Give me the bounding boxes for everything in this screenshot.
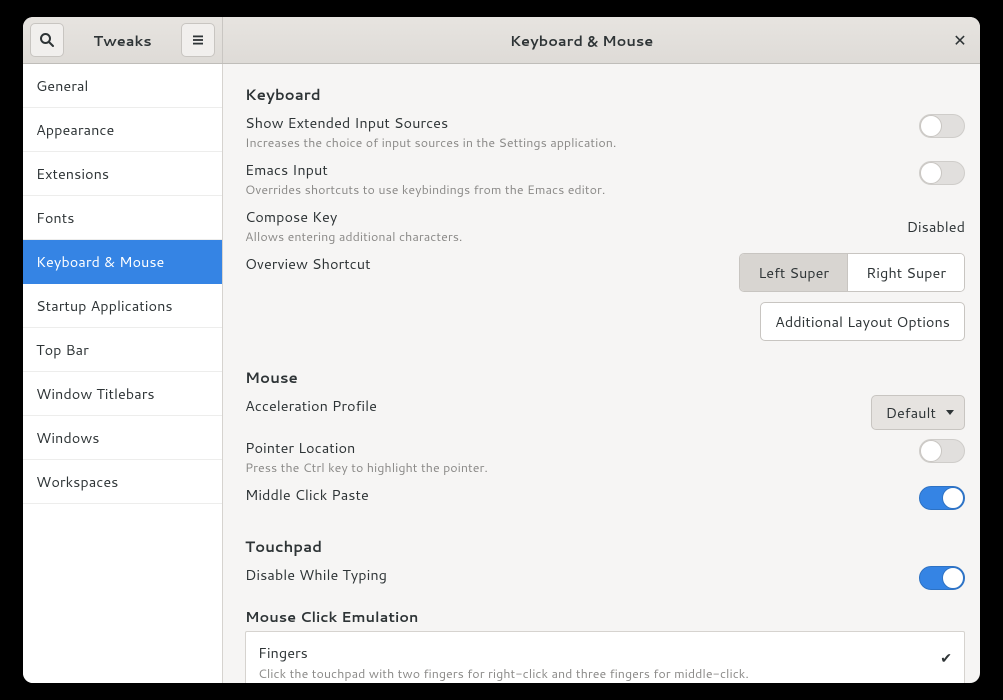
close-icon: ✕ <box>953 29 966 52</box>
row-show-extended-input-sources: Show Extended Input Sources Increases th… <box>245 111 965 158</box>
emacs-input-toggle[interactable] <box>919 161 965 185</box>
disable-while-typing-toggle[interactable] <box>919 566 965 590</box>
row-overview-shortcut: Overview Shortcut Left Super Right Super <box>245 252 965 298</box>
overview-shortcut-segmented: Left Super Right Super <box>739 253 965 292</box>
sidebar: General Appearance Extensions Fonts Keyb… <box>23 64 223 683</box>
row-disable-while-typing: Disable While Typing <box>245 563 965 598</box>
mouse-click-emulation-list: Fingers Click the touchpad with two fing… <box>245 631 965 683</box>
headerbar-left: Tweaks <box>23 17 223 63</box>
section-title-mouse: Mouse <box>245 367 965 388</box>
chevron-down-icon <box>946 410 954 415</box>
overview-shortcut-label: Overview Shortcut <box>245 253 727 274</box>
emulation-fingers-label: Fingers <box>258 642 940 663</box>
headerbar: Tweaks Keyboard & Mouse ✕ <box>23 17 980 64</box>
sidebar-item-startup-applications[interactable]: Startup Applications <box>23 284 222 328</box>
acceleration-profile-value: Default <box>886 402 936 423</box>
overview-shortcut-left-super[interactable]: Left Super <box>740 254 847 291</box>
toggle-knob <box>942 487 964 509</box>
toggle-knob <box>920 162 942 184</box>
show-extended-toggle[interactable] <box>919 114 965 138</box>
acceleration-profile-combo[interactable]: Default <box>871 395 965 430</box>
mouse-click-emulation-title: Mouse Click Emulation <box>245 606 965 627</box>
middle-click-paste-label: Middle Click Paste <box>245 484 907 505</box>
pointer-location-desc: Press the Ctrl key to highlight the poin… <box>245 459 907 477</box>
emacs-input-desc: Overrides shortcuts to use keybindings f… <box>245 181 907 199</box>
row-pointer-location: Pointer Location Press the Ctrl key to h… <box>245 436 965 483</box>
emulation-fingers-desc: Click the touchpad with two fingers for … <box>258 665 940 683</box>
additional-layout-options-button[interactable]: Additional Layout Options <box>760 302 965 341</box>
search-icon <box>39 32 55 48</box>
toggle-knob <box>920 440 942 462</box>
emacs-input-label: Emacs Input <box>245 159 907 180</box>
row-additional-layout-options: Additional Layout Options <box>245 298 965 349</box>
toggle-knob <box>942 567 964 589</box>
sidebar-item-appearance[interactable]: Appearance <box>23 108 222 152</box>
sidebar-item-windows[interactable]: Windows <box>23 416 222 460</box>
content-pane[interactable]: Keyboard Show Extended Input Sources Inc… <box>223 64 980 683</box>
menu-button[interactable] <box>181 23 215 57</box>
headerbar-right: Keyboard & Mouse ✕ <box>223 17 980 63</box>
toggle-knob <box>920 115 942 137</box>
compose-key-value[interactable]: Disabled <box>907 206 965 237</box>
overview-shortcut-right-super[interactable]: Right Super <box>847 254 964 291</box>
row-middle-click-paste: Middle Click Paste <box>245 483 965 518</box>
disable-while-typing-label: Disable While Typing <box>245 564 907 585</box>
sidebar-item-workspaces[interactable]: Workspaces <box>23 460 222 504</box>
show-extended-desc: Increases the choice of input sources in… <box>245 134 907 152</box>
pointer-location-toggle[interactable] <box>919 439 965 463</box>
section-title-touchpad: Touchpad <box>245 536 965 557</box>
row-compose-key: Compose Key Allows entering additional c… <box>245 205 965 252</box>
hamburger-icon <box>190 32 206 48</box>
row-emacs-input: Emacs Input Overrides shortcuts to use k… <box>245 158 965 205</box>
section-title-keyboard: Keyboard <box>245 84 965 105</box>
tweaks-window: Tweaks Keyboard & Mouse ✕ General Appear… <box>23 17 980 683</box>
pointer-location-label: Pointer Location <box>245 437 907 458</box>
sidebar-item-window-titlebars[interactable]: Window Titlebars <box>23 372 222 416</box>
sidebar-item-general[interactable]: General <box>23 64 222 108</box>
sidebar-item-top-bar[interactable]: Top Bar <box>23 328 222 372</box>
close-button[interactable]: ✕ <box>940 17 980 64</box>
page-title: Keyboard & Mouse <box>223 30 940 51</box>
show-extended-label: Show Extended Input Sources <box>245 112 907 133</box>
search-button[interactable] <box>30 23 64 57</box>
sidebar-item-fonts[interactable]: Fonts <box>23 196 222 240</box>
sidebar-item-keyboard-mouse[interactable]: Keyboard & Mouse <box>23 240 222 284</box>
row-acceleration-profile: Acceleration Profile Default <box>245 394 965 436</box>
middle-click-paste-toggle[interactable] <box>919 486 965 510</box>
compose-key-desc: Allows entering additional characters. <box>245 228 895 246</box>
check-icon: ✔ <box>940 642 952 668</box>
sidebar-item-extensions[interactable]: Extensions <box>23 152 222 196</box>
acceleration-profile-label: Acceleration Profile <box>245 395 859 416</box>
window-body: General Appearance Extensions Fonts Keyb… <box>23 64 980 683</box>
compose-key-label: Compose Key <box>245 206 895 227</box>
emulation-option-fingers[interactable]: Fingers Click the touchpad with two fing… <box>246 632 964 683</box>
app-title: Tweaks <box>68 30 177 51</box>
